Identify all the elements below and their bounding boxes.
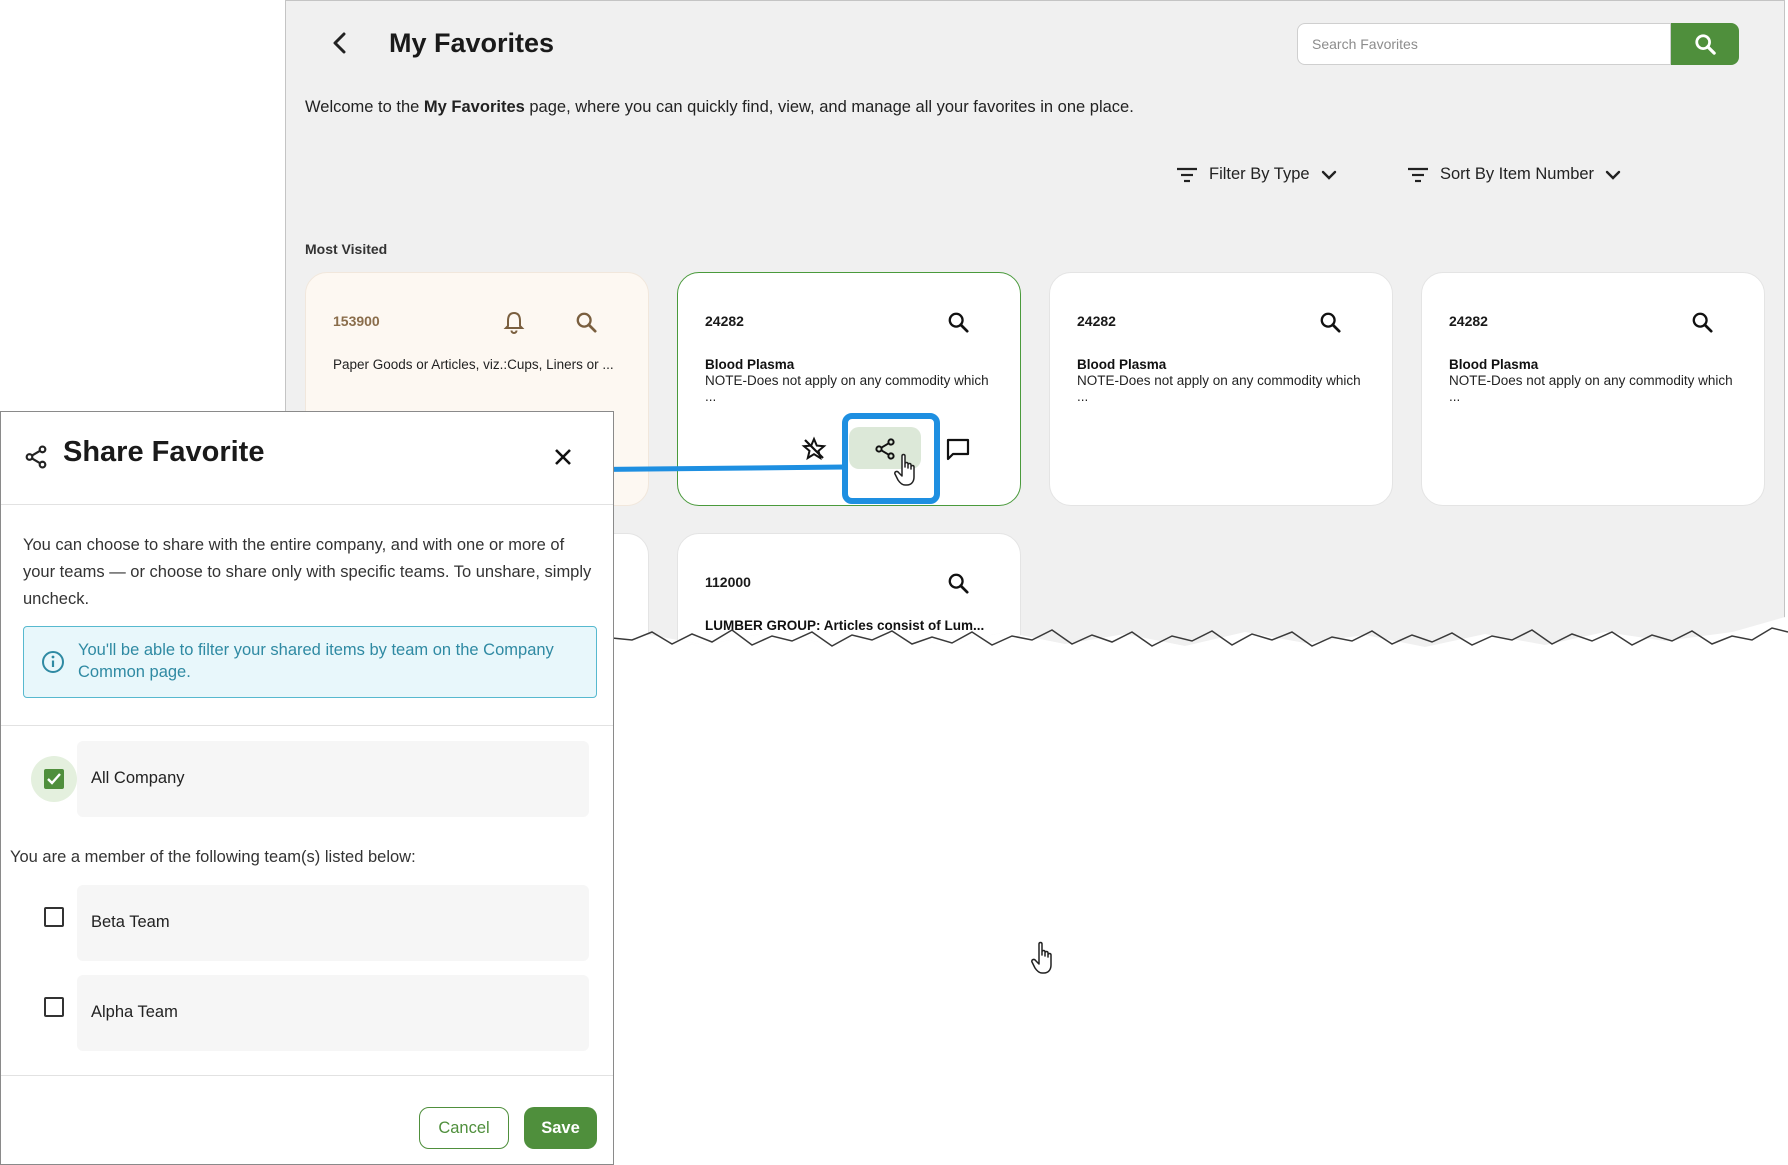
card-title: LUMBER GROUP: Articles consist of Lum... xyxy=(705,618,985,633)
search-icon[interactable] xyxy=(1317,309,1343,335)
team-membership-text: You are a member of the following team(s… xyxy=(10,848,416,866)
share-icon[interactable] xyxy=(869,433,901,465)
info-text: You'll be able to filter your shared ite… xyxy=(78,641,554,681)
checkbox-checked[interactable] xyxy=(44,769,64,789)
checkmark-icon xyxy=(47,773,61,785)
info-banner: You'll be able to filter your shared ite… xyxy=(23,626,597,698)
sort-label: Sort By Item Number xyxy=(1440,165,1595,183)
card-item-number: 24282 xyxy=(1449,313,1488,329)
filter-label: Filter By Type xyxy=(1209,165,1310,183)
close-icon xyxy=(555,449,571,465)
close-button[interactable] xyxy=(548,442,578,472)
card-title: Blood Plasma xyxy=(1077,357,1167,372)
bell-icon[interactable] xyxy=(501,309,527,335)
welcome-prefix: Welcome to the xyxy=(305,98,424,116)
favorite-card[interactable]: 112000 LUMBER GROUP: Articles consist of… xyxy=(677,533,1021,647)
alpha-team-label: Alpha Team xyxy=(91,1003,178,1021)
dialog-title: Share Favorite xyxy=(63,436,265,468)
card-item-number: 153900 xyxy=(333,313,380,329)
card-description: NOTE-Does not apply on any commodity whi… xyxy=(705,373,989,404)
page-title: My Favorites xyxy=(389,28,555,58)
card-description: NOTE-Does not apply on any commodity whi… xyxy=(1077,373,1361,404)
filter-by-type-dropdown[interactable]: Filter By Type xyxy=(1175,165,1338,184)
dialog-header: Share Favorite xyxy=(1,412,613,505)
alpha-team-checkbox[interactable] xyxy=(44,997,64,1017)
welcome-text: Welcome to the My Favorites page, where … xyxy=(305,98,1134,117)
back-button[interactable] xyxy=(326,29,354,57)
beta-team-checkbox[interactable] xyxy=(44,907,64,927)
chevron-down-icon xyxy=(1321,170,1336,180)
favorite-card-selected[interactable]: 24282 Blood Plasma NOTE-Does not apply o… xyxy=(677,272,1021,506)
all-company-checkbox[interactable] xyxy=(31,756,77,802)
save-button[interactable]: Save xyxy=(524,1107,597,1149)
dialog-intro-text: You can choose to share with the entire … xyxy=(23,536,592,608)
card-title: Blood Plasma xyxy=(705,357,795,372)
sort-by-item-number-dropdown[interactable]: Sort By Item Number xyxy=(1406,165,1622,184)
divider xyxy=(1,725,613,726)
chevron-down-icon xyxy=(1605,170,1621,180)
share-favorite-dialog: Share Favorite You can choose to share w… xyxy=(0,411,614,1165)
search-icon[interactable] xyxy=(573,309,599,335)
comment-icon[interactable] xyxy=(942,433,974,465)
card-description: Paper Goods or Articles, viz.:Cups, Line… xyxy=(333,357,614,372)
search-button[interactable] xyxy=(1670,23,1739,65)
share-icon xyxy=(21,442,51,472)
favorite-card[interactable]: 24282 Blood Plasma NOTE-Does not apply o… xyxy=(1421,272,1765,506)
divider xyxy=(1,1075,613,1076)
screenshot-stage: My Favorites Welcome to the My Favorites… xyxy=(0,0,1788,1165)
all-company-label: All Company xyxy=(91,769,185,787)
cancel-button[interactable]: Cancel xyxy=(419,1107,509,1149)
search-icon[interactable] xyxy=(945,570,971,596)
most-visited-label: Most Visited xyxy=(305,241,388,257)
card-description: NOTE-Does not apply on any commodity whi… xyxy=(1449,373,1733,404)
search-icon[interactable] xyxy=(945,309,971,335)
card-item-number: 112000 xyxy=(705,574,751,590)
search-icon xyxy=(1695,34,1716,55)
search-icon[interactable] xyxy=(1689,309,1715,335)
alpha-team-option[interactable]: Alpha Team xyxy=(77,975,589,1051)
welcome-bold: My Favorites xyxy=(423,98,525,116)
beta-team-option[interactable]: Beta Team xyxy=(77,885,589,961)
beta-team-label: Beta Team xyxy=(91,913,170,931)
card-title: Blood Plasma xyxy=(1449,357,1539,372)
sort-lines-icon xyxy=(1408,167,1428,182)
search-input[interactable] xyxy=(1297,23,1671,65)
hand-cursor-icon xyxy=(1031,941,1052,974)
chevron-left-icon xyxy=(333,32,346,54)
favorite-card[interactable]: 24282 Blood Plasma NOTE-Does not apply o… xyxy=(1049,272,1393,506)
all-company-option[interactable]: All Company xyxy=(77,741,589,817)
search-bar xyxy=(1297,23,1739,65)
info-icon xyxy=(40,649,66,675)
welcome-suffix: page, where you can quickly find, view, … xyxy=(524,98,1134,116)
filter-lines-icon xyxy=(1177,167,1197,182)
card-item-number: 24282 xyxy=(705,313,744,329)
card-item-number: 24282 xyxy=(1077,313,1116,329)
unfavorite-star-icon[interactable] xyxy=(798,433,830,465)
